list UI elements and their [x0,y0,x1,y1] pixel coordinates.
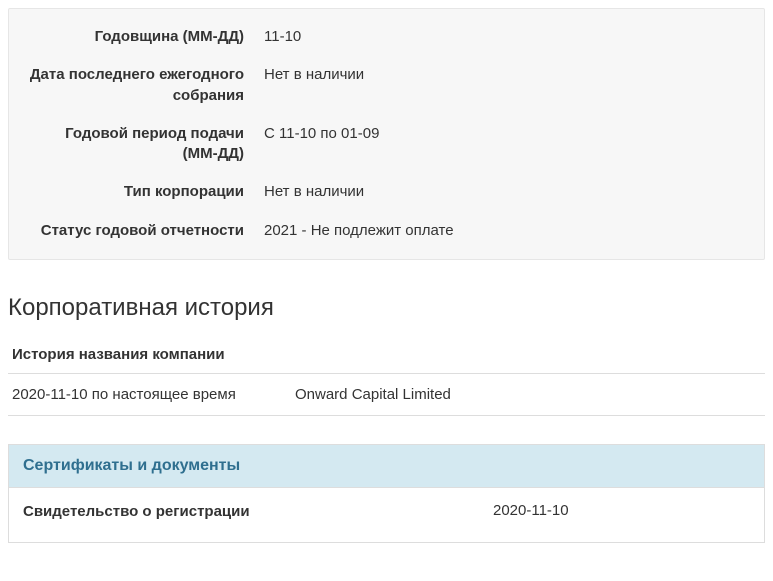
detail-label: Тип корпорации [29,182,264,202]
documents-heading: Сертификаты и документы [9,445,764,488]
detail-value: Нет в наличии [264,182,744,202]
detail-value: Нет в наличии [264,65,744,85]
company-details-panel: Годовщина (ММ-ДД) 11-10 Дата последнего … [8,8,765,260]
name-history-company-name: Onward Capital Limited [295,386,765,403]
detail-label: Годовой период подачи (ММ-ДД) [29,124,264,165]
detail-label: Статус годовой отчетности [29,221,264,241]
detail-row-filing-period: Годовой период подачи (ММ-ДД) С 11-10 по… [29,124,744,165]
documents-block: Сертификаты и документы Свидетельство о … [8,444,765,543]
detail-label: Дата последнего ежегодного собрания [29,65,264,106]
detail-row-corp-type: Тип корпорации Нет в наличии [29,182,744,202]
detail-row-last-meeting: Дата последнего ежегодного собрания Нет … [29,65,744,106]
detail-value: С 11-10 по 01-09 [264,124,744,144]
detail-row-anniversary: Годовщина (ММ-ДД) 11-10 [29,27,744,47]
name-history-block: История названия компании 2020-11-10 по … [8,340,765,416]
document-label: Свидетельство о регистрации [23,502,493,522]
detail-value: 11-10 [264,27,744,47]
name-history-period: 2020-11-10 по настоящее время [12,386,295,403]
name-history-heading: История названия компании [8,340,765,374]
document-row: Свидетельство о регистрации 2020-11-10 [9,488,764,542]
document-date: 2020-11-10 [493,502,750,522]
name-history-row: 2020-11-10 по настоящее время Onward Cap… [8,374,765,416]
detail-label: Годовщина (ММ-ДД) [29,27,264,47]
corporate-history-heading: Корпоративная история [8,294,765,322]
detail-row-annual-status: Статус годовой отчетности 2021 - Не подл… [29,221,744,241]
detail-value: 2021 - Не подлежит оплате [264,221,744,241]
